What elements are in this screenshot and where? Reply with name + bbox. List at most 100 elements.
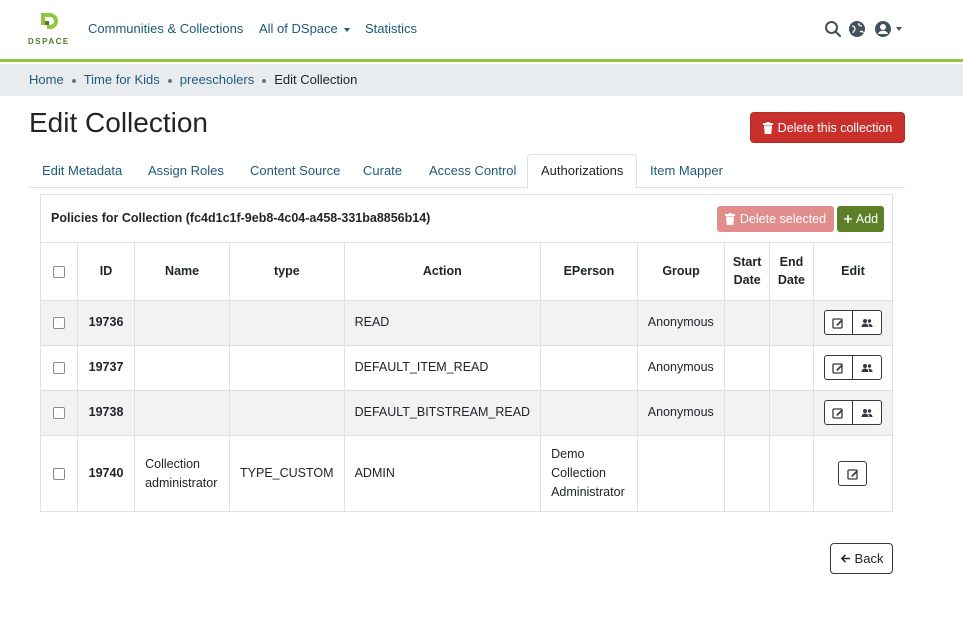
policy-id: 19737 xyxy=(77,345,136,391)
arrow-left-icon xyxy=(840,554,850,563)
tab-access-control[interactable]: Access Control xyxy=(416,154,529,188)
policy-name xyxy=(134,300,231,346)
page-title: Edit Collection xyxy=(29,107,208,138)
policy-start-date xyxy=(724,300,770,346)
chevron-down-icon xyxy=(343,27,350,32)
policy-name xyxy=(134,390,231,436)
nav-communities-collections[interactable]: Communities & Collections xyxy=(88,21,243,36)
row-select-cell xyxy=(41,300,78,346)
policy-type: TYPE_CUSTOM xyxy=(229,435,345,512)
edit-icon xyxy=(847,469,858,480)
table-row: 19738 DEFAULT_BITSTREAM_READ Anonymous xyxy=(41,390,892,436)
policy-group: Anonymous xyxy=(637,300,726,346)
policy-group xyxy=(637,435,726,512)
back-button[interactable]: Back xyxy=(830,543,893,574)
edit-policy-button[interactable] xyxy=(838,461,868,487)
add-policy-button[interactable]: Add xyxy=(837,206,884,232)
policy-start-date xyxy=(724,435,770,512)
row-checkbox[interactable] xyxy=(52,316,65,329)
policies-title: Policies for Collection (fc4d1c1f-9eb8-4… xyxy=(51,211,431,225)
policy-action: DEFAULT_ITEM_READ xyxy=(344,345,542,391)
policy-group: Anonymous xyxy=(637,390,726,436)
row-checkbox[interactable] xyxy=(52,361,65,374)
tab-assign-roles[interactable]: Assign Roles xyxy=(135,154,237,188)
row-select-cell xyxy=(41,345,78,391)
policy-name xyxy=(134,345,231,391)
policy-end-date xyxy=(769,345,814,391)
users-icon xyxy=(861,318,873,327)
column-header-end-date: End Date xyxy=(769,243,814,301)
policy-type xyxy=(229,390,345,436)
policy-action: DEFAULT_BITSTREAM_READ xyxy=(344,390,542,436)
edit-tabs: Edit Metadata Assign Roles Content Sourc… xyxy=(29,154,905,189)
policy-type xyxy=(229,345,345,391)
tab-curate[interactable]: Curate xyxy=(350,154,415,188)
edit-group-button[interactable] xyxy=(852,400,882,425)
delete-collection-label: Delete this collection xyxy=(777,120,893,135)
policy-end-date xyxy=(769,300,814,346)
trash-icon xyxy=(762,121,773,134)
edit-group-button[interactable] xyxy=(852,310,882,335)
policy-id: 19740 xyxy=(77,435,136,512)
row-checkbox[interactable] xyxy=(52,406,65,419)
edit-icon xyxy=(832,362,844,374)
edit-icon xyxy=(832,407,844,419)
breadcrumb-community[interactable]: Time for Kids xyxy=(84,72,160,87)
policies-table: ID Name type Action EPerson Group Start … xyxy=(41,243,892,512)
globe-icon[interactable] xyxy=(848,20,866,38)
dspace-logo[interactable]: DSPACE xyxy=(28,12,74,48)
tab-authorizations[interactable]: Authorizations xyxy=(527,154,638,189)
policies-card-header: Policies for Collection (fc4d1c1f-9eb8-4… xyxy=(41,195,892,243)
edit-policy-button[interactable] xyxy=(823,355,853,380)
breadcrumb-separator xyxy=(262,78,267,83)
search-icon[interactable] xyxy=(824,20,842,38)
edit-policy-button[interactable] xyxy=(823,310,853,335)
breadcrumb-current: Edit Collection xyxy=(274,72,358,87)
column-header-name: Name xyxy=(134,243,231,301)
column-header-group: Group xyxy=(637,243,726,301)
policy-action: ADMIN xyxy=(344,435,542,512)
nav-all-of-dspace[interactable]: All of DSpace xyxy=(259,21,350,36)
logo-wordmark: DSPACE xyxy=(28,37,70,46)
table-row: 19737 DEFAULT_ITEM_READ Anonymous xyxy=(41,345,892,391)
delete-selected-label: Delete selected xyxy=(739,212,827,226)
user-icon[interactable] xyxy=(874,20,892,38)
breadcrumb-collection[interactable]: preescholers xyxy=(180,72,254,87)
policy-eperson xyxy=(540,345,638,391)
breadcrumb: Home Time for Kids preescholers Edit Collec… xyxy=(0,64,963,96)
delete-collection-button[interactable]: Delete this collection xyxy=(750,112,905,143)
delete-selected-button[interactable]: Delete selected xyxy=(717,206,834,232)
policy-id: 19736 xyxy=(77,300,136,346)
chevron-down-icon[interactable] xyxy=(896,27,902,31)
add-label: Add xyxy=(855,212,879,226)
column-header-action: Action xyxy=(344,243,542,301)
breadcrumb-home[interactable]: Home xyxy=(29,72,64,87)
row-select-cell xyxy=(41,390,78,436)
policy-name: Collection administrator xyxy=(134,435,231,512)
policy-edit-cell xyxy=(813,300,892,346)
table-row: 19736 READ Anonymous xyxy=(41,300,892,346)
edit-group-button[interactable] xyxy=(852,355,882,380)
edit-policy-button[interactable] xyxy=(823,400,853,425)
policy-group: Anonymous xyxy=(637,345,726,391)
tab-content-source[interactable]: Content Source xyxy=(237,154,353,188)
tab-edit-metadata[interactable]: Edit Metadata xyxy=(29,154,135,188)
policies-card: Policies for Collection (fc4d1c1f-9eb8-4… xyxy=(40,194,893,512)
row-checkbox[interactable] xyxy=(52,467,65,480)
policy-start-date xyxy=(724,345,770,391)
policy-action: READ xyxy=(344,300,542,346)
policy-eperson xyxy=(540,300,638,346)
tab-item-mapper[interactable]: Item Mapper xyxy=(637,154,736,188)
back-label: Back xyxy=(854,551,884,566)
policy-eperson xyxy=(540,390,638,436)
policy-id: 19738 xyxy=(77,390,136,436)
select-all-checkbox[interactable] xyxy=(52,265,65,278)
column-header-edit: Edit xyxy=(813,243,892,301)
nav-statistics[interactable]: Statistics xyxy=(365,21,417,36)
policy-edit-cell xyxy=(813,390,892,436)
select-all-cell xyxy=(41,243,78,301)
policy-type xyxy=(229,300,345,346)
edit-icon xyxy=(832,317,844,329)
column-header-id: ID xyxy=(77,243,136,301)
policy-edit-cell xyxy=(813,345,892,391)
